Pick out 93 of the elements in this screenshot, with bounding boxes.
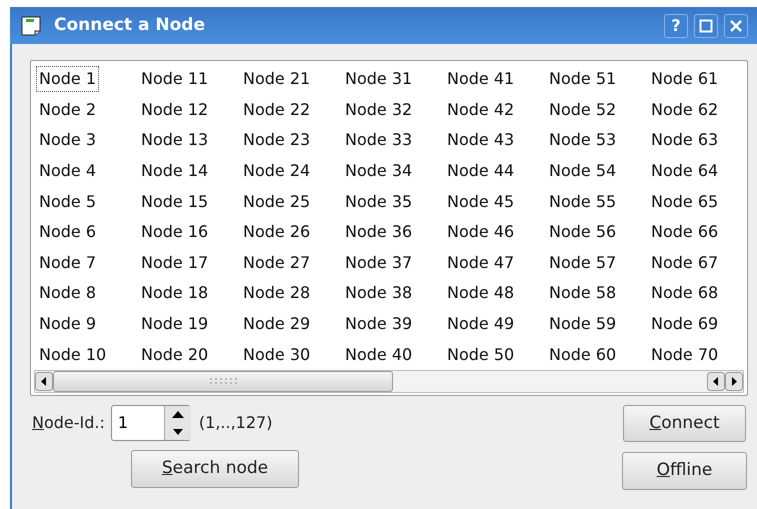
node-list-item[interactable]: Node 56 [546, 219, 620, 246]
node-list-item[interactable]: Node 47 [444, 250, 518, 276]
node-list-item[interactable]: Node 35 [342, 188, 416, 215]
node-list-item[interactable]: Node 63 [648, 127, 722, 154]
help-button[interactable]: ? [664, 14, 688, 38]
node-list-item[interactable]: Node 41 [444, 66, 518, 92]
node-list-item[interactable]: Node 20 [138, 342, 212, 368]
node-id-label: Node-Id.: [32, 412, 105, 434]
scroll-left-icon[interactable] [35, 372, 53, 391]
node-list-item[interactable]: Node 23 [240, 127, 314, 154]
node-list-item[interactable]: Node 27 [240, 250, 314, 276]
document-icon [20, 14, 42, 36]
node-list-item[interactable]: Node 14 [138, 158, 212, 184]
node-list-item[interactable]: Node 24 [240, 158, 314, 184]
node-list-item[interactable]: Node 12 [138, 96, 212, 123]
spin-up-icon[interactable] [164, 406, 191, 423]
node-list-item[interactable]: Node 52 [546, 96, 620, 123]
node-list-item[interactable]: Node 44 [444, 158, 518, 184]
node-list-item[interactable]: Node 33 [342, 127, 416, 154]
scroll-thumb[interactable] [53, 371, 393, 392]
node-list-item[interactable]: Node 7 [36, 250, 100, 276]
node-list-item[interactable]: Node 40 [342, 342, 416, 368]
node-list-item[interactable]: Node 59 [546, 311, 620, 338]
offline-button[interactable]: Offline [622, 452, 747, 490]
node-list-item[interactable]: Node 39 [342, 311, 416, 338]
node-list-item[interactable]: Node 4 [36, 158, 100, 184]
node-list-item[interactable]: Node 10 [36, 342, 110, 368]
node-list-item[interactable]: Node 17 [138, 250, 212, 276]
node-list-item[interactable]: Node 22 [240, 96, 314, 123]
node-list-item[interactable]: Node 50 [444, 342, 518, 368]
spin-down-icon[interactable] [164, 423, 191, 440]
connect-button[interactable]: Connect [623, 405, 746, 442]
node-list-item[interactable]: Node 6 [36, 219, 100, 246]
node-list-item[interactable]: Node 1 [36, 66, 100, 92]
node-list-item[interactable]: Node 11 [138, 66, 212, 92]
node-list-item[interactable]: Node 21 [240, 66, 314, 92]
node-list-item[interactable]: Node 31 [342, 66, 416, 92]
horizontal-scrollbar[interactable] [34, 370, 744, 393]
node-list-item[interactable]: Node 69 [648, 311, 722, 338]
node-list-item[interactable]: Node 68 [648, 280, 722, 306]
node-list-item[interactable]: Node 16 [138, 219, 212, 246]
node-list-item[interactable]: Node 34 [342, 158, 416, 184]
node-list-item[interactable]: Node 19 [138, 311, 212, 338]
node-list-item[interactable]: Node 45 [444, 188, 518, 215]
node-list-item[interactable]: Node 65 [648, 188, 722, 215]
node-list-item[interactable]: Node 28 [240, 280, 314, 306]
node-list-item[interactable]: Node 49 [444, 311, 518, 338]
node-list-item[interactable]: Node 18 [138, 280, 212, 306]
node-list-item[interactable]: Node 61 [648, 66, 722, 92]
node-list-item[interactable]: Node 2 [36, 96, 100, 123]
node-list-item[interactable]: Node 29 [240, 311, 314, 338]
range-hint: (1,..,127) [198, 412, 272, 434]
node-list-item[interactable]: Node 62 [648, 96, 722, 123]
node-list-item[interactable]: Node 51 [546, 66, 620, 92]
node-list-item[interactable]: Node 55 [546, 188, 620, 215]
node-list-item[interactable]: Node 36 [342, 219, 416, 246]
node-list-item[interactable]: Node 67 [648, 250, 722, 276]
grip-icon [209, 376, 237, 386]
scroll-right-icon[interactable] [725, 372, 743, 391]
node-list-item[interactable]: Node 46 [444, 219, 518, 246]
node-list-item[interactable]: Node 57 [546, 250, 620, 276]
node-list-item[interactable]: Node 3 [36, 127, 100, 154]
node-list-item[interactable]: Node 38 [342, 280, 416, 306]
node-id-field[interactable]: 1 [112, 406, 164, 440]
node-list-item[interactable]: Node 8 [36, 280, 100, 306]
node-list-item[interactable]: Node 30 [240, 342, 314, 368]
node-list-item[interactable]: Node 60 [546, 342, 620, 368]
scroll-left-icon[interactable] [707, 372, 725, 391]
maximize-button[interactable] [694, 14, 718, 38]
node-list-item[interactable]: Node 64 [648, 158, 722, 184]
node-list-item[interactable]: Node 9 [36, 311, 100, 338]
node-list-item[interactable]: Node 37 [342, 250, 416, 276]
node-list-item[interactable]: Node 15 [138, 188, 212, 215]
node-list-item[interactable]: Node 42 [444, 96, 518, 123]
node-list-item[interactable]: Node 32 [342, 96, 416, 123]
maximize-icon [699, 18, 713, 32]
node-list-item[interactable]: Node 25 [240, 188, 314, 215]
node-list-item[interactable]: Node 48 [444, 280, 518, 306]
window-title: Connect a Node [54, 14, 206, 37]
node-list-item[interactable]: Node 43 [444, 127, 518, 154]
node-list-item[interactable]: Node 5 [36, 188, 100, 215]
node-list-item[interactable]: Node 26 [240, 219, 314, 246]
node-list-item[interactable]: Node 54 [546, 158, 620, 184]
search-node-button[interactable]: Search node [131, 450, 299, 488]
node-list-item[interactable]: Node 53 [546, 127, 620, 154]
close-button[interactable] [724, 14, 748, 38]
node-list-item[interactable]: Node 13 [138, 127, 212, 154]
node-list-item[interactable]: Node 58 [546, 280, 620, 306]
node-list[interactable] [30, 60, 748, 396]
close-icon [729, 18, 743, 32]
node-list-item[interactable]: Node 66 [648, 219, 722, 246]
node-id-spinbox[interactable]: 1 [110, 405, 191, 441]
node-list-item[interactable]: Node 70 [648, 342, 722, 368]
